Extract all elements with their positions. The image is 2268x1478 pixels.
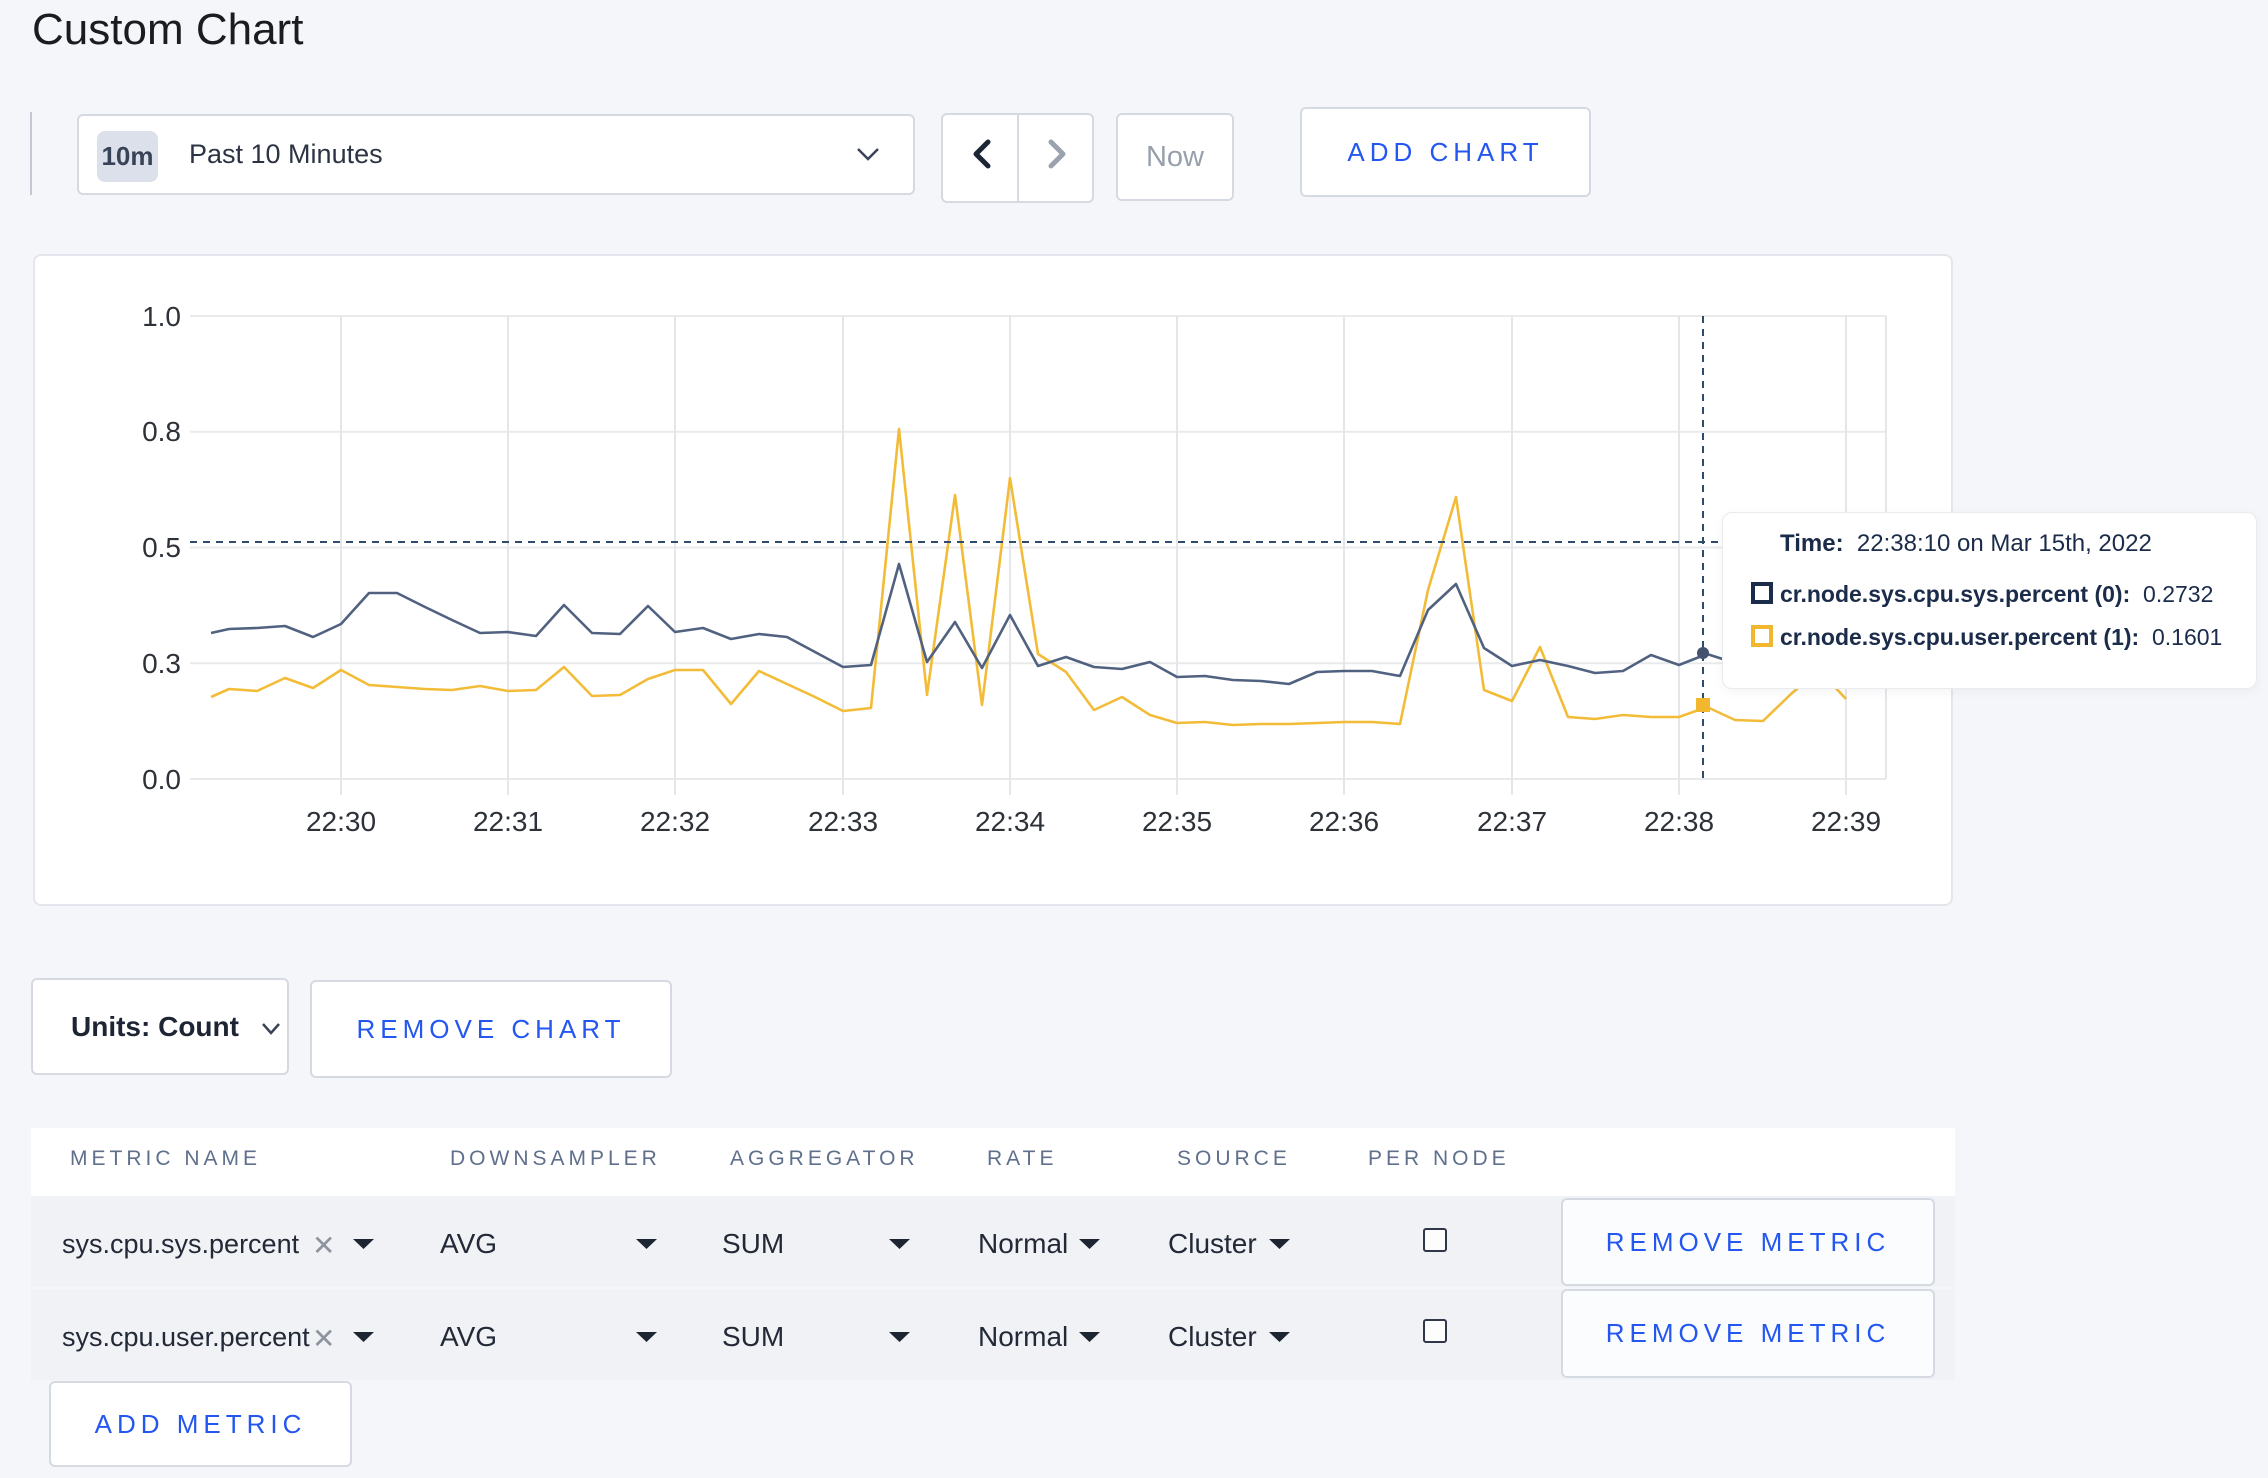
svg-text:22:36: 22:36 — [1309, 806, 1379, 837]
svg-text:22:32: 22:32 — [640, 806, 710, 837]
svg-text:22:33: 22:33 — [808, 806, 878, 837]
svg-text:22:37: 22:37 — [1477, 806, 1547, 837]
svg-text:22:31: 22:31 — [473, 806, 543, 837]
svg-text:0.5: 0.5 — [142, 532, 181, 563]
svg-text:22:35: 22:35 — [1142, 806, 1212, 837]
svg-text:0.3: 0.3 — [142, 648, 181, 679]
svg-text:1.0: 1.0 — [142, 301, 181, 332]
svg-text:22:38: 22:38 — [1644, 806, 1714, 837]
svg-text:22:30: 22:30 — [306, 806, 376, 837]
svg-text:22:39: 22:39 — [1811, 806, 1881, 837]
svg-text:22:34: 22:34 — [975, 806, 1045, 837]
svg-text:0.0: 0.0 — [142, 764, 181, 795]
svg-text:0.8: 0.8 — [142, 416, 181, 447]
